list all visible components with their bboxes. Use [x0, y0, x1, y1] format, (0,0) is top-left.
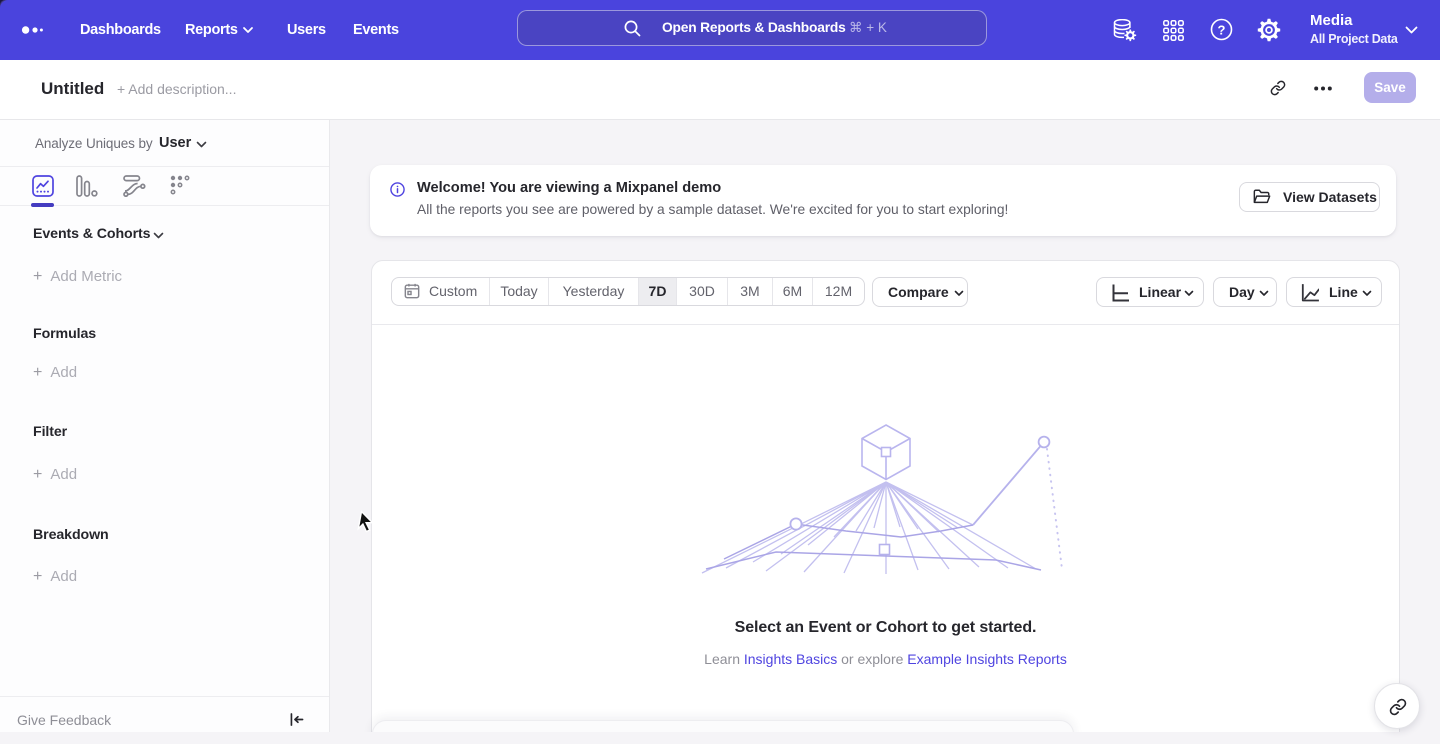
svg-text:?: ?	[1218, 22, 1226, 37]
